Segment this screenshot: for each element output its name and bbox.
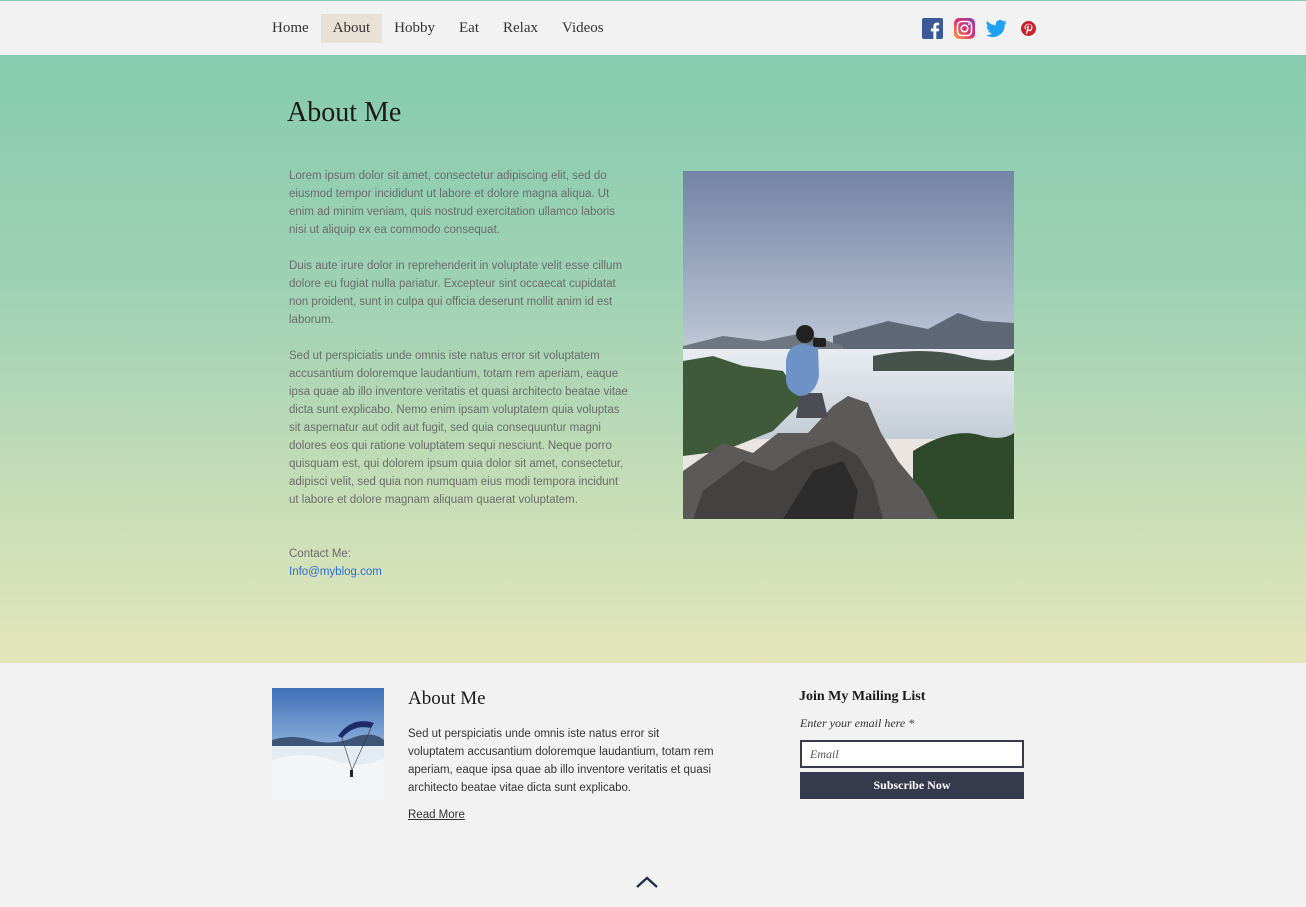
- main-nav: Home About Hobby Eat Relax Videos: [260, 14, 616, 43]
- nav-item-hobby[interactable]: Hobby: [382, 14, 447, 43]
- nav-item-eat[interactable]: Eat: [447, 14, 491, 43]
- contact-email-link[interactable]: Info@myblog.com: [289, 563, 382, 581]
- mailing-list-title: Join My Mailing List: [799, 689, 926, 704]
- nav-item-videos[interactable]: Videos: [550, 14, 616, 43]
- subscribe-button[interactable]: Subscribe Now: [800, 772, 1024, 799]
- pinterest-icon[interactable]: [1018, 18, 1039, 39]
- footer-about-text: Sed ut perspiciatis unde omnis iste natu…: [408, 728, 714, 794]
- social-bar: [922, 18, 1039, 39]
- footer-about-title: About Me: [408, 688, 486, 709]
- about-section: About Me Lorem ipsum dolor sit amet, con…: [0, 55, 1306, 663]
- contact-label: Contact Me:: [289, 548, 351, 560]
- page-title: About Me: [287, 97, 402, 128]
- twitter-icon[interactable]: [986, 18, 1007, 39]
- read-more-link[interactable]: Read More: [408, 809, 465, 821]
- photographer-on-mountain-image: [683, 171, 1014, 519]
- about-paragraph-1: Lorem ipsum dolor sit amet, consectetur …: [289, 170, 615, 236]
- site-footer: About Me Sed ut perspiciatis unde omnis …: [0, 663, 1306, 907]
- about-paragraph-3: Sed ut perspiciatis unde omnis iste natu…: [289, 350, 628, 506]
- instagram-icon[interactable]: [954, 18, 975, 39]
- about-paragraph-2: Duis aute irure dolor in reprehenderit i…: [289, 260, 623, 326]
- nav-item-relax[interactable]: Relax: [491, 14, 550, 43]
- site-header: Home About Hobby Eat Relax Videos: [0, 0, 1306, 55]
- nav-item-about[interactable]: About: [320, 14, 383, 43]
- email-field-label: Enter your email here *: [800, 716, 915, 730]
- facebook-icon[interactable]: [922, 18, 943, 39]
- paragliding-thumbnail-image: [272, 688, 384, 800]
- chevron-up-icon[interactable]: [635, 875, 659, 889]
- nav-item-home[interactable]: Home: [260, 14, 321, 43]
- email-field[interactable]: [800, 740, 1024, 768]
